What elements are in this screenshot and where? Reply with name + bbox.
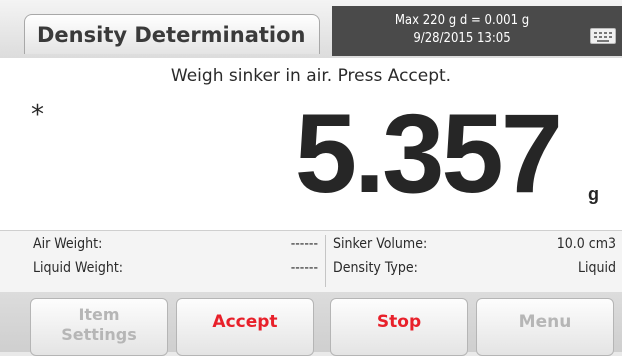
weight-unit: g <box>588 184 599 204</box>
air-weight-label: Air Weight: <box>33 236 103 252</box>
sinker-volume-label: Sinker Volume: <box>333 236 428 252</box>
top-bar: Density Determination Max 220 g d = 0.00… <box>0 0 622 58</box>
status-info-box: Max 220 g d = 0.001 g 9/28/2015 13:05 <box>332 6 622 56</box>
density-type-value: Liquid <box>578 260 616 276</box>
stop-button[interactable]: Stop <box>330 298 468 356</box>
keyboard-icon[interactable] <box>590 28 616 44</box>
density-type-label: Density Type: <box>333 260 418 276</box>
accept-button[interactable]: Accept <box>176 298 314 356</box>
item-settings-label-2: Settings <box>61 325 137 344</box>
item-settings-label-1: Item <box>78 305 120 324</box>
menu-button[interactable]: Menu <box>476 298 614 356</box>
param-row: Air Weight: ------ Sinker Volume: 10.0 c… <box>0 236 622 260</box>
weight-reading: 5.357 <box>294 91 563 216</box>
sinker-volume-value: 10.0 cm3 <box>556 236 616 252</box>
weighing-display: Weigh sinker in air. Press Accept. * 5.3… <box>0 58 622 230</box>
divider <box>325 235 326 287</box>
date-time: 9/28/2015 13:05 <box>413 31 511 46</box>
instruction-text: Weigh sinker in air. Press Accept. <box>170 66 452 86</box>
app-title: Density Determination <box>24 14 320 54</box>
liquid-weight-value: ------ <box>290 260 318 276</box>
stability-indicator: * <box>31 100 44 130</box>
liquid-weight-label: Liquid Weight: <box>33 260 124 276</box>
item-settings-button[interactable]: Item Settings <box>30 298 168 356</box>
button-bar: Item Settings Accept Stop Menu <box>0 292 622 356</box>
param-row: Liquid Weight: ------ Density Type: Liqu… <box>0 260 622 284</box>
parameters-panel: Air Weight: ------ Sinker Volume: 10.0 c… <box>0 230 622 292</box>
capacity-readout: Max 220 g d = 0.001 g <box>394 13 530 28</box>
air-weight-value: ------ <box>290 236 318 252</box>
